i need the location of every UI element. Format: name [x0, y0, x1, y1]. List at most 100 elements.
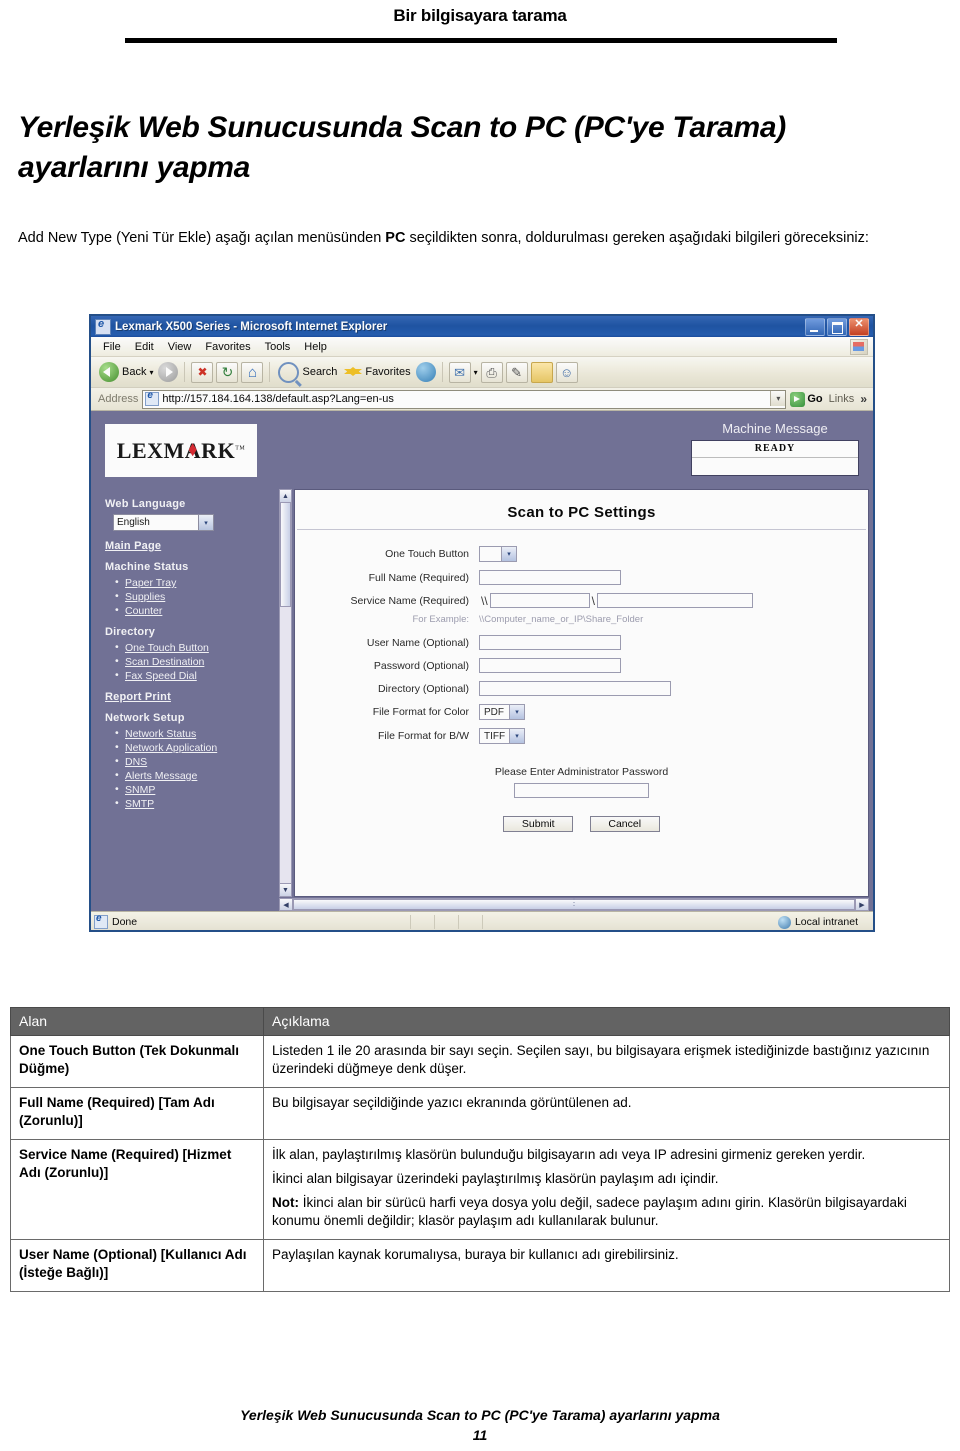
chevron-down-icon: ▾ — [198, 515, 213, 530]
menu-tools[interactable]: Tools — [258, 341, 298, 353]
folder-icon[interactable] — [530, 361, 553, 383]
forward-arrow-icon[interactable] — [158, 362, 179, 382]
table-header-row: Alan Açıklama — [10, 1007, 950, 1036]
service-name-example: For Example: \\Computer_name_or_IP\Share… — [295, 614, 868, 625]
admin-password-block: Please Enter Administrator Password — [295, 766, 868, 798]
browser-toolbar: Back ▾ Search Favorites ▾ — [91, 357, 873, 388]
menu-file[interactable]: File — [96, 341, 128, 353]
sidebar-item-snmp[interactable]: SNMP — [115, 783, 276, 796]
sidebar-item-network-status[interactable]: Network Status — [115, 727, 276, 740]
browser-title-bar: Lexmark X500 Series - Microsoft Internet… — [91, 316, 873, 337]
input-directory[interactable] — [479, 681, 671, 696]
row-description-user-name: Paylaşılan kaynak korumalıysa, buraya bi… — [263, 1238, 950, 1292]
stop-icon[interactable] — [191, 361, 214, 383]
lexmark-logo: LEXMARKTM — [105, 424, 257, 477]
hscroll-thumb[interactable] — [293, 899, 855, 910]
back-button[interactable]: Back ▾ — [97, 362, 155, 382]
note-text: İkinci alan bir sürücü harfi veya dosya … — [272, 1194, 907, 1228]
table-row: Service Name (Required) [Hizmet Adı (Zor… — [10, 1138, 950, 1240]
back-dropdown-icon[interactable]: ▾ — [149, 368, 153, 377]
row-description-full-name: Bu bilgisayar seçildiğinde yazıcı ekranı… — [263, 1086, 950, 1140]
print-icon[interactable] — [480, 361, 503, 383]
sidebar-item-report-print[interactable]: Report Print — [105, 691, 276, 703]
mail-dropdown-icon[interactable]: ▾ — [474, 368, 478, 377]
field-row-one-touch-button: One Touch Button ▾ — [295, 546, 868, 562]
minimize-icon[interactable] — [805, 317, 825, 336]
chevron-down-icon: ▾ — [501, 547, 516, 561]
label-user-name: User Name (Optional) — [366, 636, 469, 649]
links-label[interactable]: Links — [829, 393, 857, 405]
settings-divider — [297, 529, 866, 530]
status-security-zone: Local intranet — [777, 915, 870, 929]
select-file-format-bw[interactable]: TIFF ▾ — [479, 728, 525, 744]
sidebar-item-dns[interactable]: DNS — [115, 755, 276, 768]
input-service-host[interactable] — [489, 593, 590, 608]
intro-before: Add New Type (Yeni Tür Ekle) aşağı açıla… — [18, 229, 386, 246]
settings-button-row: Submit Cancel — [295, 814, 868, 832]
scroll-down-icon[interactable]: ▼ — [280, 883, 291, 896]
address-dropdown-icon[interactable]: ▾ — [770, 390, 786, 406]
refresh-icon[interactable] — [216, 361, 239, 383]
input-service-share[interactable] — [597, 593, 754, 608]
web-language-value: English — [117, 517, 150, 528]
select-file-format-color[interactable]: PDF ▾ — [479, 704, 525, 720]
table-header: Alan Açıklama — [10, 1007, 950, 1036]
page-vertical-scrollbar[interactable]: ▲ ▼ — [279, 489, 292, 897]
sidebar-item-paper-tray[interactable]: Paper Tray — [115, 576, 276, 589]
sidebar-item-alerts-message[interactable]: Alerts Message — [115, 769, 276, 782]
go-label: Go — [807, 393, 823, 405]
sidebar-group-machine-status: Machine Status — [105, 561, 189, 573]
submit-button[interactable]: Submit — [503, 816, 574, 832]
select-one-touch-button[interactable]: ▾ — [479, 546, 517, 562]
sidebar-item-main-page[interactable]: Main Page — [105, 540, 276, 552]
machine-message-value: READY — [692, 441, 858, 458]
note-prefix: Not: — [272, 1194, 299, 1210]
sidebar-item-fax-speed-dial[interactable]: Fax Speed Dial — [115, 669, 276, 682]
close-icon[interactable] — [849, 317, 869, 336]
scroll-left-icon[interactable]: ◀ — [280, 899, 293, 910]
address-input[interactable]: http://157.184.164.138/default.asp?Lang=… — [142, 389, 787, 409]
label-directory: Directory (Optional) — [377, 682, 469, 695]
menu-view[interactable]: View — [161, 341, 199, 353]
scroll-thumb[interactable] — [280, 502, 291, 607]
page-horizontal-scrollbar[interactable]: ◀ ▶ — [279, 898, 869, 911]
input-full-name[interactable] — [479, 570, 621, 585]
sidebar-item-counter[interactable]: Counter — [115, 604, 276, 617]
input-user-name[interactable] — [479, 635, 621, 650]
edit-icon[interactable] — [505, 361, 528, 383]
search-button[interactable]: Search — [276, 361, 339, 383]
web-language-select[interactable]: English ▾ — [113, 514, 214, 531]
label-service-name: Service Name (Required) — [350, 594, 469, 607]
input-password[interactable] — [479, 658, 621, 673]
messenger-icon[interactable] — [555, 361, 578, 383]
field-row-user-name: User Name (Optional) — [295, 635, 868, 650]
toolbar-overflow-icon[interactable]: » — [860, 392, 870, 406]
favorites-button[interactable]: Favorites — [342, 366, 412, 378]
star-icon — [344, 366, 363, 376]
sidebar-item-network-application[interactable]: Network Application — [115, 741, 276, 754]
example-label: For Example: — [412, 614, 470, 625]
paragraph: Paylaşılan kaynak korumalıysa, buraya bi… — [272, 1246, 679, 1262]
scroll-right-icon[interactable]: ▶ — [855, 899, 868, 910]
address-url: http://157.184.164.138/default.asp?Lang=… — [162, 393, 394, 405]
sidebar-item-one-touch-button[interactable]: One Touch Button — [115, 641, 276, 654]
sidebar-item-supplies[interactable]: Supplies — [115, 590, 276, 603]
cancel-button[interactable]: Cancel — [589, 816, 660, 832]
status-zone-text: Local intranet — [794, 916, 858, 928]
menu-favorites[interactable]: Favorites — [198, 341, 257, 353]
maximize-icon[interactable] — [827, 317, 847, 336]
select-file-format-color-value: PDF — [484, 706, 504, 718]
go-button[interactable]: Go — [790, 391, 824, 407]
globe-icon — [777, 915, 791, 929]
sidebar-item-scan-destination[interactable]: Scan Destination — [115, 655, 276, 668]
lexmark-logo-text: LEXMARK — [116, 437, 236, 463]
sidebar-item-smtp[interactable]: SMTP — [115, 797, 276, 810]
search-label: Search — [302, 366, 338, 378]
media-icon[interactable] — [415, 362, 436, 382]
mail-icon[interactable] — [448, 361, 471, 383]
home-icon[interactable] — [241, 361, 264, 383]
input-admin-password[interactable] — [514, 783, 649, 798]
page-icon — [145, 390, 160, 406]
menu-help[interactable]: Help — [297, 341, 334, 353]
menu-edit[interactable]: Edit — [128, 341, 161, 353]
